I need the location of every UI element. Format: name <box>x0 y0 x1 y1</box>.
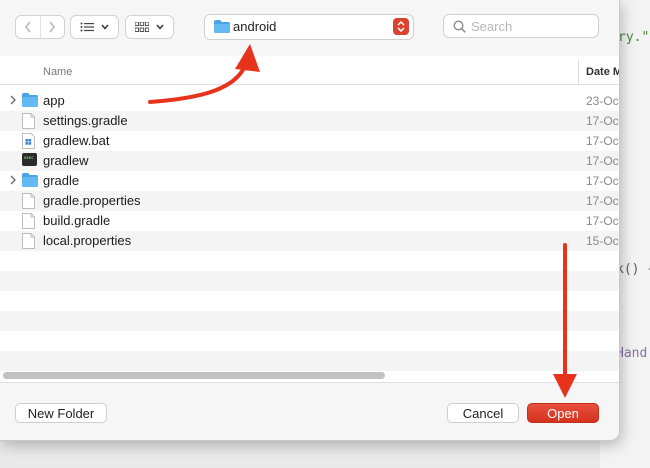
new-folder-button[interactable]: New Folder <box>15 403 107 423</box>
empty-row <box>0 251 619 271</box>
table-row[interactable]: gradle.properties 17-Oct <box>0 191 619 211</box>
file-date: 17-Oct <box>586 154 619 168</box>
editor-code-line: ry." <box>618 30 650 45</box>
column-separator[interactable] <box>578 60 579 84</box>
dialog-footer: New Folder Cancel Open <box>0 382 619 440</box>
popup-stepper-icon <box>393 18 409 35</box>
table-row[interactable]: settings.gradle 17-Oct <box>0 111 619 131</box>
table-row[interactable]: build.gradle 17-Oct <box>0 211 619 231</box>
file-date: 17-Oct <box>586 194 619 208</box>
file-name: gradle <box>43 173 80 188</box>
empty-row <box>0 331 619 351</box>
file-name: app <box>43 93 65 108</box>
forward-button[interactable] <box>39 16 65 38</box>
file-name: gradlew <box>43 153 89 168</box>
chevron-right-icon <box>49 21 56 33</box>
column-header-name[interactable]: Name <box>43 66 72 78</box>
file-date: 17-Oct <box>586 174 619 188</box>
document-icon <box>22 213 35 229</box>
open-file-dialog: android Search Name Date Modified app 23-… <box>0 0 620 441</box>
folder-icon <box>22 173 38 187</box>
table-row[interactable]: app 23-Oct <box>0 91 619 111</box>
file-icon <box>22 173 38 192</box>
table-header: Name Date Modified <box>0 60 619 85</box>
folder-icon <box>214 20 230 33</box>
file-date: 15-Oct <box>586 234 619 248</box>
grid-view-button[interactable] <box>125 15 174 39</box>
search-field[interactable]: Search <box>443 14 599 38</box>
table-row[interactable]: gradlew.bat 17-Oct <box>0 131 619 151</box>
file-date: 23-Oct <box>586 94 619 108</box>
table-row[interactable]: gradle 17-Oct <box>0 171 619 191</box>
folder-icon <box>22 93 38 107</box>
file-date: 17-Oct <box>586 134 619 148</box>
file-icon: exec <box>22 153 37 171</box>
chevron-down-icon <box>156 24 164 30</box>
editor-code-line: Hand <box>616 346 648 361</box>
chevron-left-icon <box>24 21 31 33</box>
back-button[interactable] <box>16 16 40 38</box>
empty-row <box>0 291 619 311</box>
location-label: android <box>233 19 277 34</box>
navigation-buttons <box>15 15 65 39</box>
chevron-down-icon <box>101 24 109 30</box>
table-row[interactable]: local.properties 15-Oct <box>0 231 619 251</box>
search-placeholder: Search <box>471 19 513 34</box>
file-list: app 23-Oct settings.gradle 17-Oct gradlew.ba… <box>0 91 619 371</box>
file-name: local.properties <box>43 233 132 248</box>
empty-row <box>0 351 619 371</box>
list-icon <box>80 22 94 32</box>
svg-text:exec: exec <box>24 155 34 160</box>
scrollbar-thumb[interactable] <box>3 372 385 379</box>
file-icon <box>22 93 38 112</box>
batch-file-icon <box>22 133 35 149</box>
file-name: settings.gradle <box>43 113 128 128</box>
file-name: build.gradle <box>43 213 111 228</box>
terminal-icon: exec <box>22 153 37 166</box>
grid-icon <box>135 22 149 32</box>
file-name: gradlew.bat <box>43 133 110 148</box>
document-icon <box>22 193 35 209</box>
editor-code-line: k() { <box>616 262 650 277</box>
cancel-button[interactable]: Cancel <box>447 403 519 423</box>
document-icon <box>22 233 35 249</box>
file-date: 17-Oct <box>586 214 619 228</box>
empty-row <box>0 311 619 331</box>
empty-row <box>0 271 619 291</box>
horizontal-scrollbar[interactable] <box>0 370 619 382</box>
document-icon <box>22 113 35 129</box>
toolbar: android Search <box>0 0 619 56</box>
file-date: 17-Oct <box>586 114 619 128</box>
open-button[interactable]: Open <box>527 403 599 423</box>
table-row[interactable]: exec gradlew 17-Oct <box>0 151 619 171</box>
file-name: gradle.properties <box>43 193 141 208</box>
disclosure-triangle-icon[interactable] <box>10 95 16 108</box>
disclosure-triangle-icon[interactable] <box>10 175 16 188</box>
list-view-button[interactable] <box>70 15 119 39</box>
search-icon <box>453 20 466 33</box>
location-popup[interactable]: android <box>204 14 414 40</box>
column-header-date[interactable]: Date Modified <box>586 66 619 78</box>
